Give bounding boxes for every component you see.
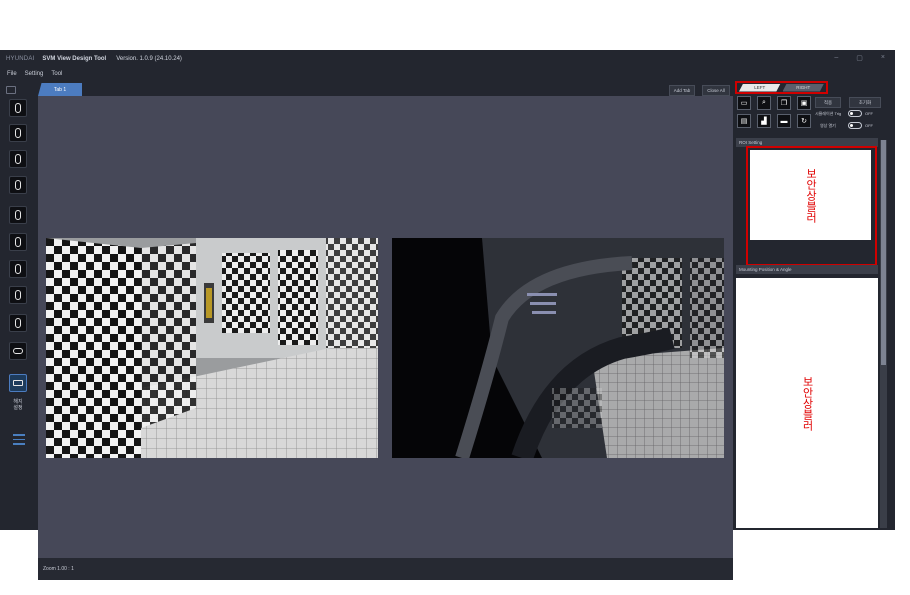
- reset-button[interactable]: 초기화: [849, 97, 881, 108]
- fit-view-icon[interactable]: ▭: [737, 96, 751, 110]
- camera-view-icon[interactable]: [9, 374, 27, 392]
- close-button[interactable]: ×: [881, 54, 885, 62]
- tab-right[interactable]: RIGHT: [782, 83, 824, 92]
- roi-redaction-frame: 보안상블러: [746, 146, 877, 266]
- save-icon[interactable]: ▣: [797, 96, 811, 110]
- roi-blur-block: 보안상블러: [750, 150, 871, 240]
- left-camera-image: [46, 238, 378, 458]
- tab-1[interactable]: Tab 1: [38, 83, 82, 96]
- toggle-open-video[interactable]: [848, 122, 862, 129]
- apply-button[interactable]: 적용: [815, 97, 841, 108]
- toggle-sim-trig[interactable]: [848, 110, 862, 117]
- tab-bar: Tab 1 Add Tab Close All: [0, 83, 733, 96]
- copy-icon[interactable]: ❐: [777, 96, 791, 110]
- menu-bar: File Setting Tool: [0, 68, 62, 80]
- zoom-level: Zoom 1.00 : 1: [43, 566, 74, 572]
- car-right-icon[interactable]: [9, 233, 27, 251]
- car-left-sensor-icon[interactable]: [9, 260, 27, 278]
- title-bar: HYUNDAI SVM View Design Tool Version. 1.…: [0, 50, 895, 68]
- mounting-blur-text: 보안상블러: [801, 375, 813, 431]
- close-all-button[interactable]: Close All: [702, 85, 730, 96]
- image-icon[interactable]: ▤: [737, 114, 751, 128]
- toggle-label-1: 시뮬레이션 Trig: [815, 111, 842, 116]
- chart-icon[interactable]: ▟: [757, 114, 771, 128]
- window-controls: – ▢ ×: [834, 54, 885, 62]
- app-window: HYUNDAI SVM View Design Tool Version. 1.…: [0, 50, 895, 580]
- right-panel-scrollbar[interactable]: [880, 140, 887, 528]
- right-panel: LEFT RIGHT ▭ ⌕ ❐ ▣ ▤ ▟ ▬ ↻ 적용 초기화 시뮬레이션 …: [733, 80, 895, 530]
- menu-file[interactable]: File: [7, 71, 17, 77]
- mounting-blur-block: 보안상블러: [736, 278, 878, 528]
- car-drive-icon[interactable]: [9, 342, 27, 360]
- car-front-icon[interactable]: [9, 99, 27, 117]
- menu-setting[interactable]: Setting: [25, 71, 44, 77]
- right-camera-image: [392, 238, 724, 458]
- brand-logo: HYUNDAI: [6, 56, 35, 62]
- sidebar-text-item[interactable]: 해지 설정: [10, 399, 26, 411]
- toggle-state-1: OFF: [865, 111, 873, 116]
- toggle-state-2: OFF: [865, 123, 873, 128]
- maximize-button[interactable]: ▢: [856, 54, 863, 62]
- car-right-sensor-icon[interactable]: [9, 286, 27, 304]
- menu-tool[interactable]: Tool: [51, 71, 62, 77]
- minimize-button[interactable]: –: [834, 54, 838, 62]
- view-canvas[interactable]: [38, 96, 733, 558]
- car-top-icon[interactable]: [9, 314, 27, 332]
- side-tabs: LEFT RIGHT: [735, 81, 828, 94]
- sidebar-text-label: 해지 설정: [13, 399, 23, 411]
- car-rear-icon[interactable]: [9, 124, 27, 142]
- menu-icon[interactable]: [13, 434, 25, 448]
- mounting-header[interactable]: Mounting Position & Angle: [736, 265, 878, 274]
- car-left-icon[interactable]: [9, 206, 27, 224]
- add-tab-button[interactable]: Add Tab: [669, 85, 695, 96]
- sidebar-toggle-icon[interactable]: [6, 86, 16, 94]
- toggle-label-2: 영상 열기: [820, 123, 836, 128]
- car-icon[interactable]: ▬: [777, 114, 791, 128]
- zoom-icon[interactable]: ⌕: [757, 96, 771, 110]
- tab-left[interactable]: LEFT: [739, 83, 781, 92]
- app-title: SVM View Design Tool: [42, 56, 107, 62]
- view-sidebar: 해지 설정: [0, 96, 38, 530]
- version-text: Version. 1.0.9 (24.10.24): [116, 56, 182, 62]
- roi-blur-text: 보안상블러: [804, 167, 817, 223]
- car-front-sensor-icon[interactable]: [9, 150, 27, 168]
- status-bar: Zoom 1.00 : 1: [38, 558, 733, 580]
- rotate-icon[interactable]: ↻: [797, 114, 811, 128]
- car-rear-sensor-icon[interactable]: [9, 176, 27, 194]
